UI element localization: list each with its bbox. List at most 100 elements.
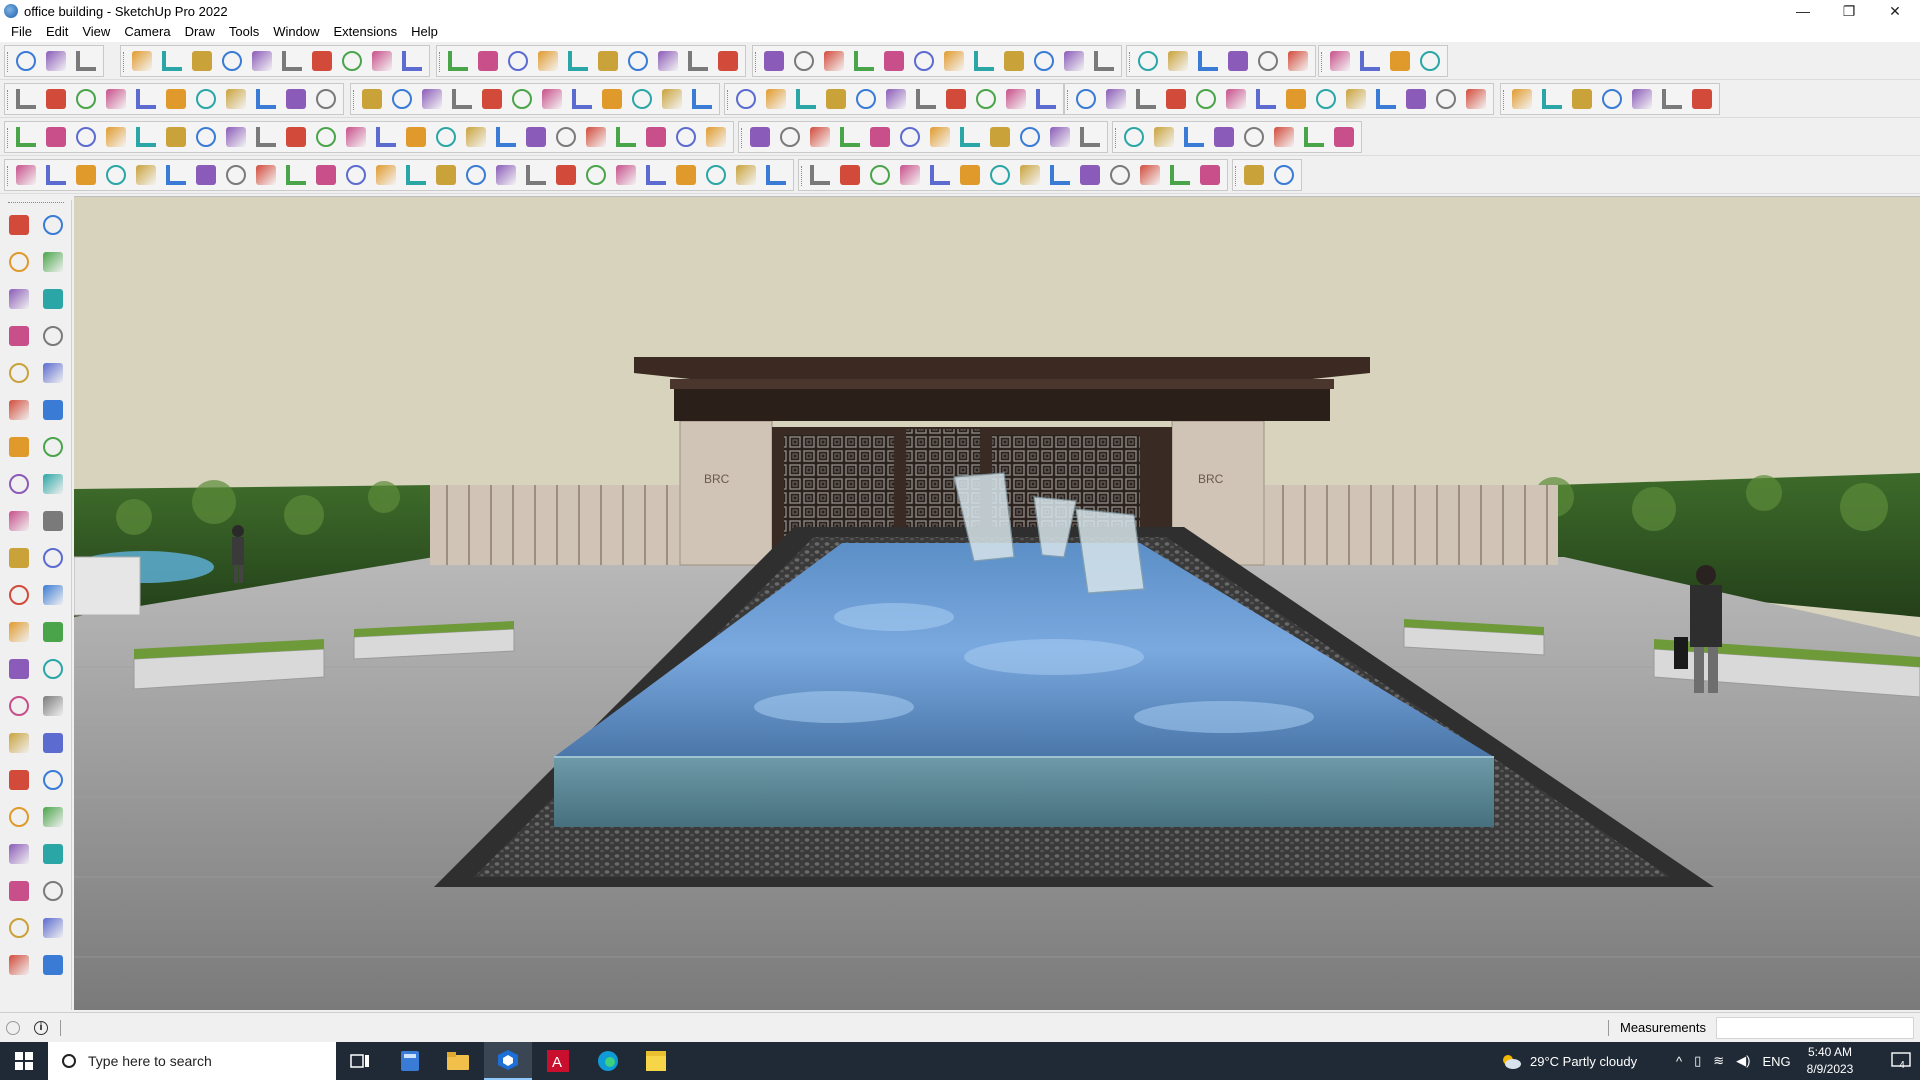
toolbar-tool-icon[interactable] bbox=[761, 161, 791, 189]
left-tool-icon[interactable] bbox=[38, 839, 68, 869]
toolbar-tool-icon[interactable] bbox=[881, 85, 911, 113]
toolbar-tool-icon[interactable] bbox=[835, 123, 865, 151]
toolbar-tool-icon[interactable] bbox=[1657, 85, 1687, 113]
toolbar-tool-icon[interactable] bbox=[775, 123, 805, 151]
left-tool-icon[interactable] bbox=[4, 913, 34, 943]
toolbar-tool-icon[interactable] bbox=[745, 123, 775, 151]
toolbar-tool-icon[interactable] bbox=[593, 47, 623, 75]
taskbar-file-explorer[interactable] bbox=[434, 1042, 482, 1080]
toolbar-tool-icon[interactable] bbox=[627, 85, 657, 113]
toolbar-tool-icon[interactable] bbox=[521, 161, 551, 189]
maximize-button[interactable]: ❐ bbox=[1826, 0, 1872, 22]
toolbar-tool-icon[interactable] bbox=[1031, 85, 1061, 113]
toolbar-tool-icon[interactable] bbox=[1059, 47, 1089, 75]
left-tool-icon[interactable] bbox=[38, 580, 68, 610]
left-tool-icon[interactable] bbox=[38, 876, 68, 906]
taskbar-edge[interactable] bbox=[584, 1042, 632, 1080]
close-button[interactable]: ✕ bbox=[1872, 0, 1918, 22]
toolbar-tool-icon[interactable] bbox=[849, 47, 879, 75]
toolbar-tool-icon[interactable] bbox=[789, 47, 819, 75]
toolbar-tool-icon[interactable] bbox=[537, 85, 567, 113]
toolbar-tool-icon[interactable] bbox=[1283, 47, 1313, 75]
toolbar-tool-icon[interactable] bbox=[311, 123, 341, 151]
left-tool-icon[interactable] bbox=[38, 950, 68, 980]
toolbar-tool-icon[interactable] bbox=[191, 85, 221, 113]
left-tool-icon[interactable] bbox=[38, 691, 68, 721]
toolbar-tool-icon[interactable] bbox=[671, 123, 701, 151]
toolbar-tool-icon[interactable] bbox=[671, 161, 701, 189]
toolbar-tool-icon[interactable] bbox=[761, 85, 791, 113]
toolbar-tool-icon[interactable] bbox=[1131, 85, 1161, 113]
language-indicator[interactable]: ENG bbox=[1763, 1054, 1791, 1069]
toolbar-tool-icon[interactable] bbox=[1567, 85, 1597, 113]
toolbar-tool-icon[interactable] bbox=[1075, 161, 1105, 189]
toolbar-tool-icon[interactable] bbox=[1015, 123, 1045, 151]
toolbar-tool-icon[interactable] bbox=[281, 123, 311, 151]
toolbar-tool-icon[interactable] bbox=[491, 161, 521, 189]
toolbar-tool-icon[interactable] bbox=[307, 47, 337, 75]
toolbar-tool-icon[interactable] bbox=[1191, 85, 1221, 113]
toolbar-tool-icon[interactable] bbox=[581, 161, 611, 189]
toolbar-tool-icon[interactable] bbox=[507, 85, 537, 113]
volume-icon[interactable]: ◀) bbox=[1736, 1053, 1750, 1069]
toolbar-tool-icon[interactable] bbox=[247, 47, 277, 75]
start-button[interactable] bbox=[0, 1042, 48, 1080]
toolbar-tool-icon[interactable] bbox=[925, 161, 955, 189]
toolbar-tool-icon[interactable] bbox=[701, 161, 731, 189]
left-tool-icon[interactable] bbox=[38, 765, 68, 795]
toolbar-tool-icon[interactable] bbox=[41, 47, 71, 75]
toolbar-tool-icon[interactable] bbox=[341, 123, 371, 151]
toolbar-tool-icon[interactable] bbox=[1269, 161, 1299, 189]
chevron-up-icon[interactable]: ^ bbox=[1676, 1054, 1682, 1069]
left-tool-icon[interactable] bbox=[4, 210, 34, 240]
toolbar-tool-icon[interactable] bbox=[851, 85, 881, 113]
toolbar-tool-icon[interactable] bbox=[191, 123, 221, 151]
left-tool-icon[interactable] bbox=[4, 469, 34, 499]
toolbar-tool-icon[interactable] bbox=[491, 123, 521, 151]
toolbar-tool-icon[interactable] bbox=[581, 123, 611, 151]
toolbar-tool-icon[interactable] bbox=[865, 123, 895, 151]
toolbar-tool-icon[interactable] bbox=[1311, 85, 1341, 113]
toolbar-tool-icon[interactable] bbox=[161, 123, 191, 151]
toolbar-tool-icon[interactable] bbox=[251, 123, 281, 151]
toolbar-tool-icon[interactable] bbox=[1163, 47, 1193, 75]
toolbar-tool-icon[interactable] bbox=[41, 161, 71, 189]
toolbar-tool-icon[interactable] bbox=[443, 47, 473, 75]
toolbar-tool-icon[interactable] bbox=[939, 47, 969, 75]
toolbar-tool-icon[interactable] bbox=[1195, 161, 1225, 189]
taskbar-search[interactable]: Type here to search bbox=[48, 1042, 336, 1080]
toolbar-tool-icon[interactable] bbox=[551, 161, 581, 189]
toolbar-tool-icon[interactable] bbox=[387, 85, 417, 113]
toolbar-tool-icon[interactable] bbox=[805, 123, 835, 151]
left-tool-icon[interactable] bbox=[38, 321, 68, 351]
left-tool-icon[interactable] bbox=[4, 839, 34, 869]
toolbar-tool-icon[interactable] bbox=[623, 47, 653, 75]
toolbar-tool-icon[interactable] bbox=[311, 85, 341, 113]
battery-icon[interactable]: ▯ bbox=[1694, 1053, 1701, 1069]
left-tool-icon[interactable] bbox=[38, 284, 68, 314]
menu-draw[interactable]: Draw bbox=[178, 22, 222, 42]
toolbar-tool-icon[interactable] bbox=[191, 161, 221, 189]
toolbar-tool-icon[interactable] bbox=[71, 47, 101, 75]
toolbar-tool-icon[interactable] bbox=[701, 123, 731, 151]
left-tool-icon[interactable] bbox=[4, 284, 34, 314]
left-tool-icon[interactable] bbox=[4, 802, 34, 832]
toolbar-tool-icon[interactable] bbox=[417, 85, 447, 113]
toolbar-tool-icon[interactable] bbox=[971, 85, 1001, 113]
toolbar-tool-icon[interactable] bbox=[925, 123, 955, 151]
toolbar-tool-icon[interactable] bbox=[11, 47, 41, 75]
toolbar-tool-icon[interactable] bbox=[551, 123, 581, 151]
toolbar-tool-icon[interactable] bbox=[1045, 161, 1075, 189]
toolbar-tool-icon[interactable] bbox=[653, 47, 683, 75]
toolbar-tool-icon[interactable] bbox=[337, 47, 367, 75]
toolbar-tool-icon[interactable] bbox=[161, 85, 191, 113]
toolbar-tool-icon[interactable] bbox=[1355, 47, 1385, 75]
toolbar-tool-icon[interactable] bbox=[1299, 123, 1329, 151]
toolbar-tool-icon[interactable] bbox=[431, 161, 461, 189]
toolbar-tool-icon[interactable] bbox=[473, 47, 503, 75]
toolbar-tool-icon[interactable] bbox=[11, 85, 41, 113]
task-view-button[interactable] bbox=[336, 1042, 384, 1080]
toolbar-tool-icon[interactable] bbox=[791, 85, 821, 113]
toolbar-tool-icon[interactable] bbox=[1627, 85, 1657, 113]
left-tool-icon[interactable] bbox=[4, 506, 34, 536]
